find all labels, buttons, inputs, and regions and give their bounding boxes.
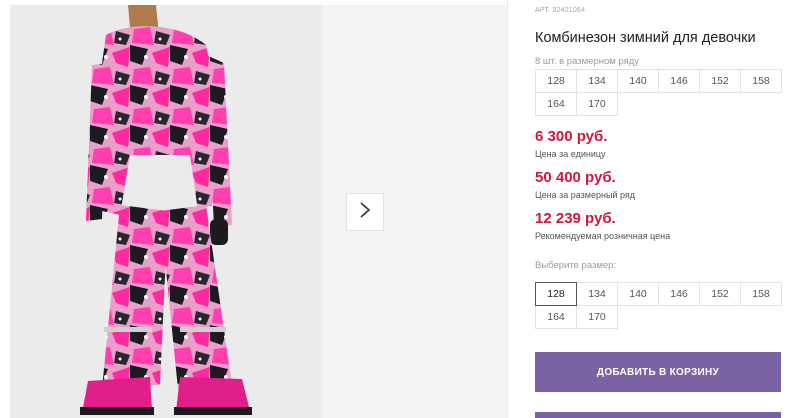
size-row-cell: 140 <box>617 69 659 93</box>
size-option-158[interactable]: 158 <box>740 282 782 306</box>
size-row-cell: 128 <box>535 69 577 93</box>
size-row-cell: 170 <box>576 92 618 116</box>
size-option-152[interactable]: 152 <box>699 282 741 306</box>
size-row-cell: 158 <box>740 69 782 93</box>
retail-price-label: Рекомендуемая розничная цена <box>535 231 671 241</box>
size-option-134[interactable]: 134 <box>576 282 618 306</box>
size-option-128[interactable]: 128 <box>535 282 577 306</box>
size-row-cell: 152 <box>699 69 741 93</box>
add-to-cart-button[interactable]: ДОБАВИТЬ В КОРЗИНУ <box>535 352 781 392</box>
row-price-label: Цена за размерный ряд <box>535 190 636 200</box>
product-page: АРТ. 32421064 Комбинезон зимний для дево… <box>0 0 800 418</box>
size-row-cell: 146 <box>658 69 700 93</box>
product-sku: АРТ. 32421064 <box>535 7 586 14</box>
size-option-146[interactable]: 146 <box>658 282 700 306</box>
row-price: 50 400 руб. <box>535 169 616 186</box>
size-row-cell: 164 <box>535 92 577 116</box>
product-title: Комбинезон зимний для девочки <box>535 30 756 46</box>
secondary-button[interactable] <box>535 412 781 418</box>
size-row-cell: 134 <box>576 69 618 93</box>
retail-price: 12 239 руб. <box>535 210 616 227</box>
size-row-note: 8 шт. в размерном ряду <box>535 56 640 67</box>
unit-price-label: Цена за единицу <box>535 149 606 159</box>
product-photo <box>10 5 322 418</box>
vertical-divider <box>507 0 508 418</box>
size-option-170[interactable]: 170 <box>576 305 618 329</box>
size-option-164[interactable]: 164 <box>535 305 577 329</box>
size-select-label: Выберите размер: <box>535 260 617 271</box>
chevron-right-icon <box>359 201 371 224</box>
size-option-140[interactable]: 140 <box>617 282 659 306</box>
unit-price: 6 300 руб. <box>535 128 608 145</box>
next-image-button[interactable] <box>346 193 384 231</box>
